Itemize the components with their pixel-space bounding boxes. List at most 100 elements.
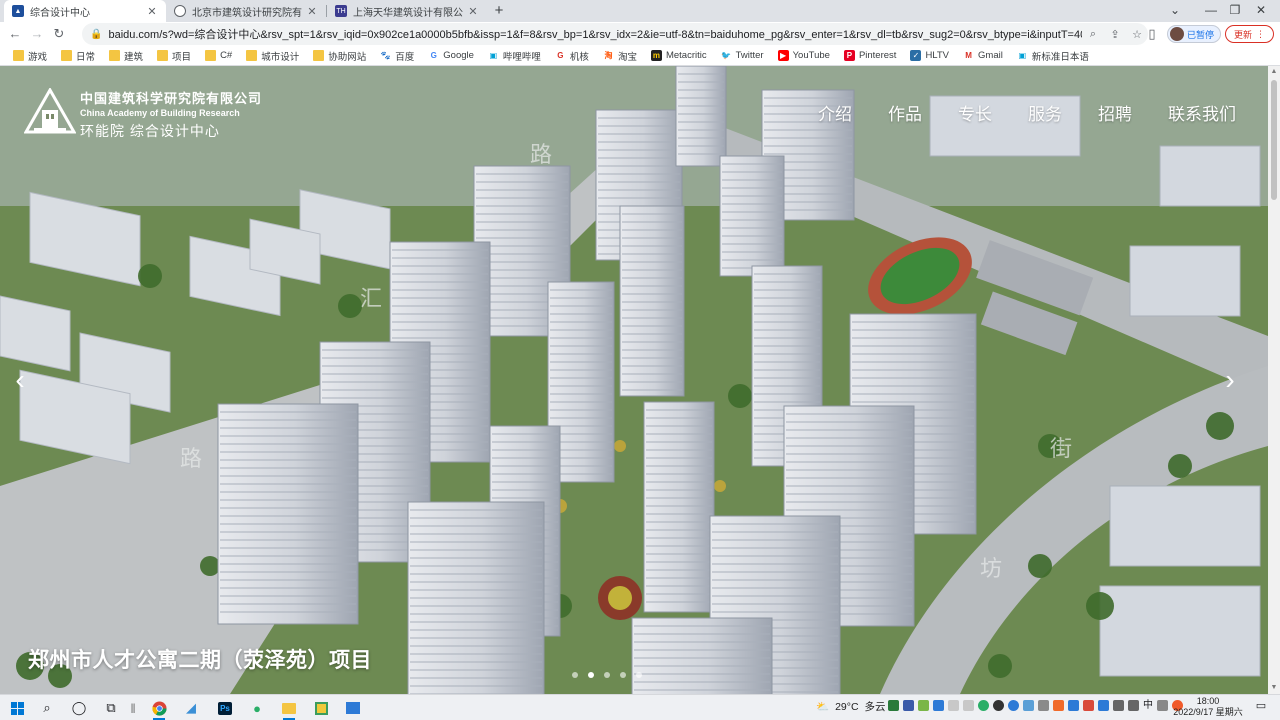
browser-toolbar: ← → ↻ 🔒 baidu.com/s?wd=综合设计中心&rsv_spt=1&…	[0, 22, 1280, 46]
url-text[interactable]: baidu.com/s?wd=综合设计中心&rsv_spt=1&rsv_iqid…	[108, 26, 1082, 42]
app-window-icon[interactable]	[342, 698, 364, 718]
bookmark-13[interactable]: 🐦 Twitter	[714, 47, 771, 65]
taskbar-clock[interactable]: 18:00 2022/9/17 星期六	[1166, 696, 1250, 718]
bookmark-5[interactable]: 城市设计	[239, 47, 306, 65]
slide-dot[interactable]	[604, 672, 610, 678]
profile-button[interactable]: 已暂停	[1166, 25, 1221, 43]
close-tab-icon[interactable]: ✕	[467, 5, 479, 18]
tray-app-icon[interactable]	[1023, 700, 1034, 711]
bookmark-0[interactable]: 游戏	[6, 47, 54, 65]
back-button[interactable]: ←	[4, 23, 26, 45]
metacritic-icon: m	[650, 50, 662, 61]
weather-widget[interactable]: ⛅ 29°C 多云	[816, 699, 886, 714]
tray-app-icon[interactable]	[963, 700, 974, 711]
network-icon[interactable]	[1113, 700, 1124, 711]
bookmark-12[interactable]: m Metacritic	[644, 47, 714, 65]
slide-dot[interactable]	[620, 672, 626, 678]
windows-start-icon[interactable]	[6, 698, 28, 718]
tray-app-icon[interactable]	[1068, 700, 1079, 711]
search-icon[interactable]: ⌕	[36, 698, 58, 718]
reload-button[interactable]: ↻	[48, 23, 70, 45]
tray-app-icon[interactable]	[993, 700, 1004, 711]
bookmark-1[interactable]: 日常	[54, 47, 102, 65]
lock-icon[interactable]: 🔒	[90, 29, 102, 40]
tray-app-icon[interactable]	[1083, 700, 1094, 711]
bookmark-2[interactable]: 建筑	[102, 47, 150, 65]
bookmark-7[interactable]: 🐾 百度	[373, 47, 421, 65]
bookmark-label: 百度	[395, 51, 415, 63]
pinterest-icon: P	[843, 50, 855, 61]
bookmark-10[interactable]: G 机核	[548, 47, 596, 65]
tab-1[interactable]: ▲ 综合设计中心 ✕	[4, 0, 166, 22]
side-panel-icon[interactable]: ▯	[1141, 23, 1163, 45]
slide-dot[interactable]	[588, 672, 594, 678]
tray-app-icon[interactable]	[888, 700, 899, 711]
bookmark-6[interactable]: 协助网站	[306, 47, 373, 65]
aerial-rendering-image: 路 路 汇 街 坊	[0, 66, 1268, 694]
page-scrollbar[interactable]: ▲ ▼	[1268, 66, 1280, 694]
tray-app-icon[interactable]	[1038, 700, 1049, 711]
site-nav-item-0[interactable]: 介绍	[818, 100, 852, 125]
bookmark-15[interactable]: P Pinterest	[837, 47, 904, 65]
tray-app-icon[interactable]	[918, 700, 929, 711]
scroll-down-icon[interactable]: ▼	[1268, 682, 1280, 694]
task-view-icon[interactable]: ⧉	[100, 698, 122, 718]
bookmark-14[interactable]: ▶ YouTube	[771, 47, 837, 65]
volume-icon[interactable]	[1128, 700, 1139, 711]
new-tab-button[interactable]: +	[490, 2, 508, 20]
bookmark-16[interactable]: ✓ HLTV	[903, 47, 956, 65]
address-bar[interactable]: 🔒 baidu.com/s?wd=综合设计中心&rsv_spt=1&rsv_iq…	[82, 23, 1148, 45]
bookmark-label: 建筑	[124, 51, 144, 63]
close-tab-icon[interactable]: ✕	[306, 5, 318, 18]
hero-banner[interactable]: 路 路 汇 街 坊 中国建筑科学研究院有限公司 China Academy of…	[0, 66, 1268, 694]
update-button[interactable]: 更新 ⋮	[1224, 25, 1274, 43]
chrome-icon[interactable]	[148, 698, 170, 720]
bookmark-17[interactable]: M Gmail	[956, 47, 1010, 65]
next-slide-arrow[interactable]: ›	[1218, 360, 1242, 400]
tray-app-icon[interactable]	[903, 700, 914, 711]
site-nav-item-4[interactable]: 招聘	[1098, 100, 1132, 125]
tray-app-icon[interactable]	[1053, 700, 1064, 711]
site-logo[interactable]: 中国建筑科学研究院有限公司 China Academy of Building …	[24, 88, 262, 141]
gcores-icon: G	[554, 50, 566, 61]
bookmark-11[interactable]: 淘淘宝	[596, 47, 644, 65]
scroll-thumb[interactable]	[1271, 80, 1277, 200]
tab-2[interactable]: 北京市建筑设计研究院有限公司 ✕	[166, 0, 326, 22]
logo-english-name: China Academy of Building Research	[80, 108, 240, 118]
slide-dot[interactable]	[636, 672, 642, 678]
cortana-icon[interactable]: ◯	[68, 698, 90, 718]
forward-button[interactable]: →	[26, 23, 48, 45]
weather-desc: 多云	[864, 701, 886, 713]
feather-app-icon[interactable]: ◢	[180, 698, 202, 718]
bookmark-label: Gmail	[978, 50, 1003, 61]
bookmark-18[interactable]: ▣ 新标准日本语	[1010, 47, 1096, 65]
photoshop-icon[interactable]: Ps	[214, 698, 236, 718]
tray-app-icon[interactable]	[933, 700, 944, 711]
bookmark-4[interactable]: C#	[198, 47, 239, 65]
notification-icon[interactable]: ▭	[1252, 699, 1270, 715]
site-nav-item-5[interactable]: 联系我们	[1168, 100, 1236, 125]
slide-dot[interactable]	[572, 672, 578, 678]
tray-app-icon[interactable]	[1098, 700, 1109, 711]
site-nav-item-2[interactable]: 专长	[958, 100, 992, 125]
prev-slide-arrow[interactable]: ‹	[8, 360, 32, 400]
bookmark-3[interactable]: 项目	[150, 47, 198, 65]
wechat-icon[interactable]: ●	[246, 698, 268, 718]
gmail-icon: M	[963, 50, 975, 61]
tab-3[interactable]: TH 上海天华建筑设计有限公司官网 ✕	[327, 0, 487, 22]
tray-app-icon[interactable]	[948, 700, 959, 711]
close-tab-icon[interactable]: ✕	[146, 5, 158, 18]
bookmark-9[interactable]: ▣ 哔哩哔哩	[481, 47, 548, 65]
share-icon[interactable]: ⇪	[1104, 28, 1126, 41]
file-explorer-icon[interactable]	[278, 698, 300, 720]
tray-app-icon[interactable]	[978, 700, 989, 711]
ime-indicator[interactable]: 中	[1143, 700, 1153, 711]
bookmark-8[interactable]: G Google	[421, 47, 481, 65]
app-notes-icon[interactable]	[310, 698, 332, 718]
site-nav-item-3[interactable]: 服务	[1028, 100, 1062, 125]
close-window-button[interactable]: ✕	[1238, 0, 1280, 22]
site-nav-item-1[interactable]: 作品	[888, 100, 922, 125]
zoom-icon[interactable]: ⌕	[1082, 28, 1104, 41]
tray-app-icon[interactable]	[1008, 700, 1019, 711]
scroll-up-icon[interactable]: ▲	[1268, 66, 1280, 78]
